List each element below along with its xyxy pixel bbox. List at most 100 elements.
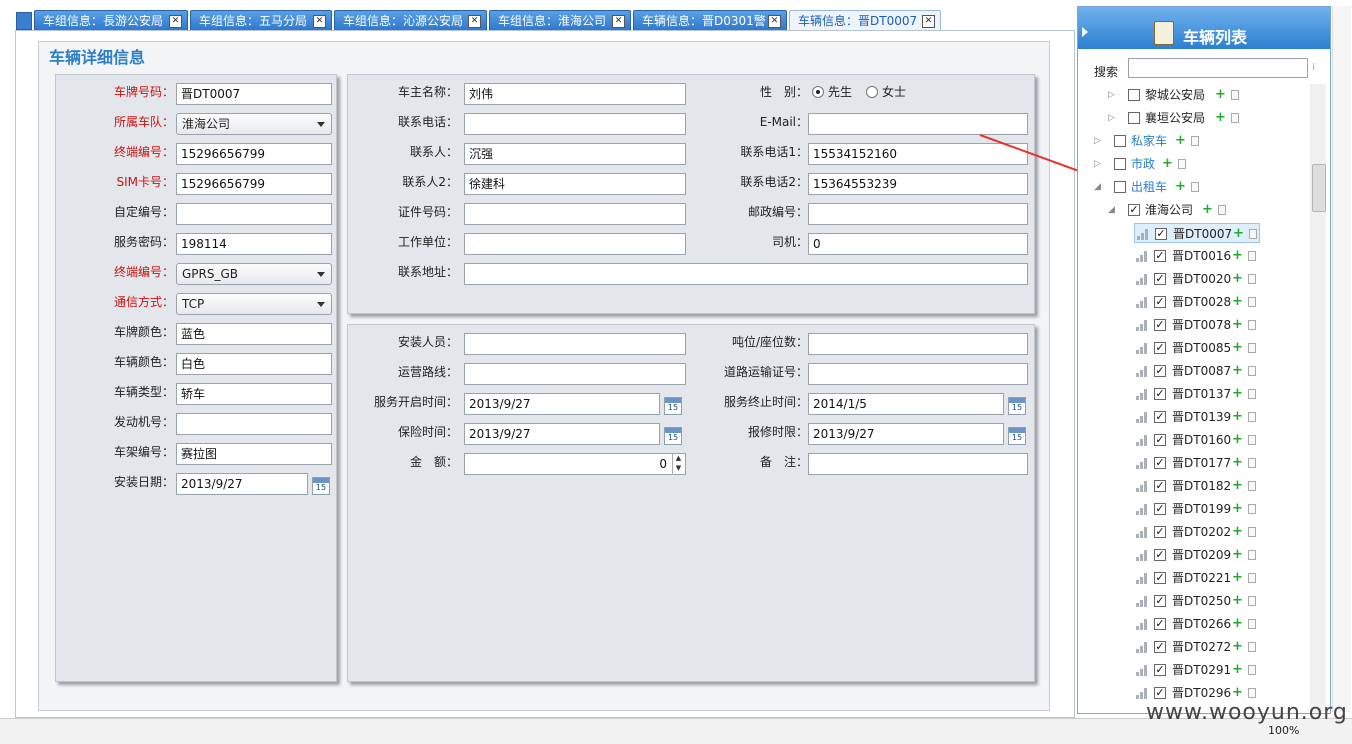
tel2-input[interactable]: 15364553239 xyxy=(808,173,1028,195)
expand-icon[interactable]: ▷ xyxy=(1094,131,1101,151)
document-icon[interactable] xyxy=(1248,504,1256,514)
tree-vehicle-item[interactable]: ✓ 晋DT0177 + xyxy=(1078,453,1308,473)
document-icon[interactable] xyxy=(1248,297,1256,307)
repair-date-input[interactable]: 2013/9/27 xyxy=(808,423,1004,445)
document-icon[interactable] xyxy=(1248,412,1256,422)
vehicle-checkbox[interactable]: ✓ xyxy=(1154,457,1166,469)
vehicle-checkbox[interactable]: ✓ xyxy=(1154,319,1166,331)
add-icon[interactable]: + xyxy=(1232,568,1243,588)
document-icon[interactable] xyxy=(1248,320,1256,330)
add-icon[interactable]: + xyxy=(1232,476,1243,496)
comm-select[interactable]: TCP xyxy=(176,293,332,315)
add-icon[interactable]: + xyxy=(1232,545,1243,565)
add-icon[interactable]: + xyxy=(1232,522,1243,542)
add-icon[interactable]: + xyxy=(1232,660,1243,680)
team-select[interactable]: 淮海公司 xyxy=(176,113,332,135)
add-icon[interactable]: + xyxy=(1232,499,1243,519)
vehicle-checkbox[interactable]: ✓ xyxy=(1154,250,1166,262)
collapse-arrow-icon[interactable] xyxy=(1082,27,1088,37)
tree-group-5[interactable]: ◢ ✓ 淮海公司 + xyxy=(1078,200,1308,220)
calendar-icon[interactable]: 15 xyxy=(1008,397,1026,415)
calendar-icon[interactable]: 15 xyxy=(664,397,682,415)
document-icon[interactable] xyxy=(1249,229,1257,239)
tab-group-qinyuan[interactable]: 车组信息：沁源公安局 ✕ xyxy=(334,10,487,30)
add-icon[interactable]: + xyxy=(1232,315,1243,335)
tree-vehicle-item[interactable]: ✓ 晋DT0272 + xyxy=(1078,637,1308,657)
add-icon[interactable]: + xyxy=(1232,453,1243,473)
tree-vehicle-item[interactable]: ✓ 晋DT0209 + xyxy=(1078,545,1308,565)
close-icon[interactable]: ✕ xyxy=(612,15,625,28)
document-icon[interactable] xyxy=(1248,550,1256,560)
expand-icon[interactable]: ◢ xyxy=(1094,177,1101,197)
group-checkbox[interactable] xyxy=(1114,135,1126,147)
tree-vehicle-item[interactable]: ✓ 晋DT0250 + xyxy=(1078,591,1308,611)
amount-input[interactable]: 0 xyxy=(464,453,686,475)
vehicle-checkbox[interactable]: ✓ xyxy=(1154,342,1166,354)
calendar-icon[interactable]: 15 xyxy=(664,427,682,445)
id-input[interactable] xyxy=(464,203,686,225)
group-checkbox[interactable] xyxy=(1128,112,1140,124)
document-icon[interactable] xyxy=(1248,481,1256,491)
document-icon[interactable] xyxy=(1231,113,1239,123)
tree-group-3[interactable]: ▷ 市政 + xyxy=(1078,154,1308,174)
female-radio[interactable] xyxy=(866,86,878,98)
add-icon[interactable]: + xyxy=(1232,246,1243,266)
tree-vehicle-item[interactable]: ✓ 晋DT0160 + xyxy=(1078,430,1308,450)
plate-input[interactable]: 晋DT0007 xyxy=(176,83,332,105)
document-icon[interactable] xyxy=(1231,90,1239,100)
tree-vehicle-item[interactable]: ✓ 晋DT0085 + xyxy=(1078,338,1308,358)
page-scrollbar[interactable] xyxy=(1332,6,1351,712)
add-icon[interactable]: + xyxy=(1232,269,1243,289)
term-type-select[interactable]: GPRS_GB xyxy=(176,263,332,285)
ins-date-input[interactable]: 2013/9/27 xyxy=(464,423,660,445)
tab-group-huaihai[interactable]: 车组信息：淮海公司 ✕ xyxy=(489,10,631,30)
work-input[interactable] xyxy=(464,233,686,255)
close-icon[interactable]: ✕ xyxy=(468,15,481,28)
document-icon[interactable] xyxy=(1248,458,1256,468)
email-input[interactable] xyxy=(808,113,1028,135)
tree-vehicle-item[interactable]: ✓ 晋DT0221 + xyxy=(1078,568,1308,588)
tree-scrollbar[interactable] xyxy=(1310,84,1326,712)
tree-group-1[interactable]: ▷ 襄垣公安局 + xyxy=(1078,108,1308,128)
tree-vehicle-item[interactable]: ✓ 晋DT0078 + xyxy=(1078,315,1308,335)
tab-vehicle-dt0007[interactable]: 车辆信息：晋DT0007 ✕ xyxy=(789,10,941,30)
tree-vehicle-item[interactable]: ✓ 晋DT0028 + xyxy=(1078,292,1308,312)
car-type-input[interactable]: 轿车 xyxy=(176,383,332,405)
document-icon[interactable] xyxy=(1248,573,1256,583)
add-icon[interactable]: + xyxy=(1233,224,1244,244)
route-input[interactable] xyxy=(464,363,686,385)
tree-vehicle-item[interactable]: ✓ 晋DT0266 + xyxy=(1078,614,1308,634)
tonnage-input[interactable] xyxy=(808,333,1028,355)
pwd-input[interactable]: 198114 xyxy=(176,233,332,255)
document-icon[interactable] xyxy=(1191,136,1199,146)
vehicle-checkbox[interactable]: ✓ xyxy=(1154,365,1166,377)
tree-vehicle-item[interactable]: ✓ 晋DT0007 + xyxy=(1134,223,1260,243)
contact-input[interactable]: 沉强 xyxy=(464,143,686,165)
add-icon[interactable]: + xyxy=(1202,200,1213,220)
vehicle-checkbox[interactable]: ✓ xyxy=(1154,641,1166,653)
car-color-input[interactable]: 白色 xyxy=(176,353,332,375)
post-input[interactable] xyxy=(808,203,1028,225)
tab-vehicle-d0301[interactable]: 车辆信息：晋D0301警 ✕ xyxy=(633,10,787,30)
vehicle-checkbox[interactable]: ✓ xyxy=(1154,480,1166,492)
custom-input[interactable] xyxy=(176,203,332,225)
group-checkbox[interactable] xyxy=(1114,181,1126,193)
terminal-input[interactable]: 15296656799 xyxy=(176,143,332,165)
tree-group-2[interactable]: ▷ 私家车 + xyxy=(1078,131,1308,151)
vehicle-checkbox[interactable]: ✓ xyxy=(1154,296,1166,308)
document-icon[interactable] xyxy=(1248,642,1256,652)
document-icon[interactable] xyxy=(1191,182,1199,192)
plate-color-input[interactable]: 蓝色 xyxy=(176,323,332,345)
add-icon[interactable]: + xyxy=(1175,177,1186,197)
add-icon[interactable]: + xyxy=(1215,85,1226,105)
engine-input[interactable] xyxy=(176,413,332,435)
install-date-input[interactable]: 2013/9/27 xyxy=(176,473,308,495)
add-icon[interactable]: + xyxy=(1215,108,1226,128)
expand-icon[interactable]: ◢ xyxy=(1108,200,1115,220)
note-input[interactable] xyxy=(808,453,1028,475)
add-icon[interactable]: + xyxy=(1162,154,1173,174)
add-icon[interactable]: + xyxy=(1232,361,1243,381)
vehicle-checkbox[interactable]: ✓ xyxy=(1154,388,1166,400)
home-tab-icon[interactable] xyxy=(16,12,32,30)
vehicle-checkbox[interactable]: ✓ xyxy=(1154,549,1166,561)
